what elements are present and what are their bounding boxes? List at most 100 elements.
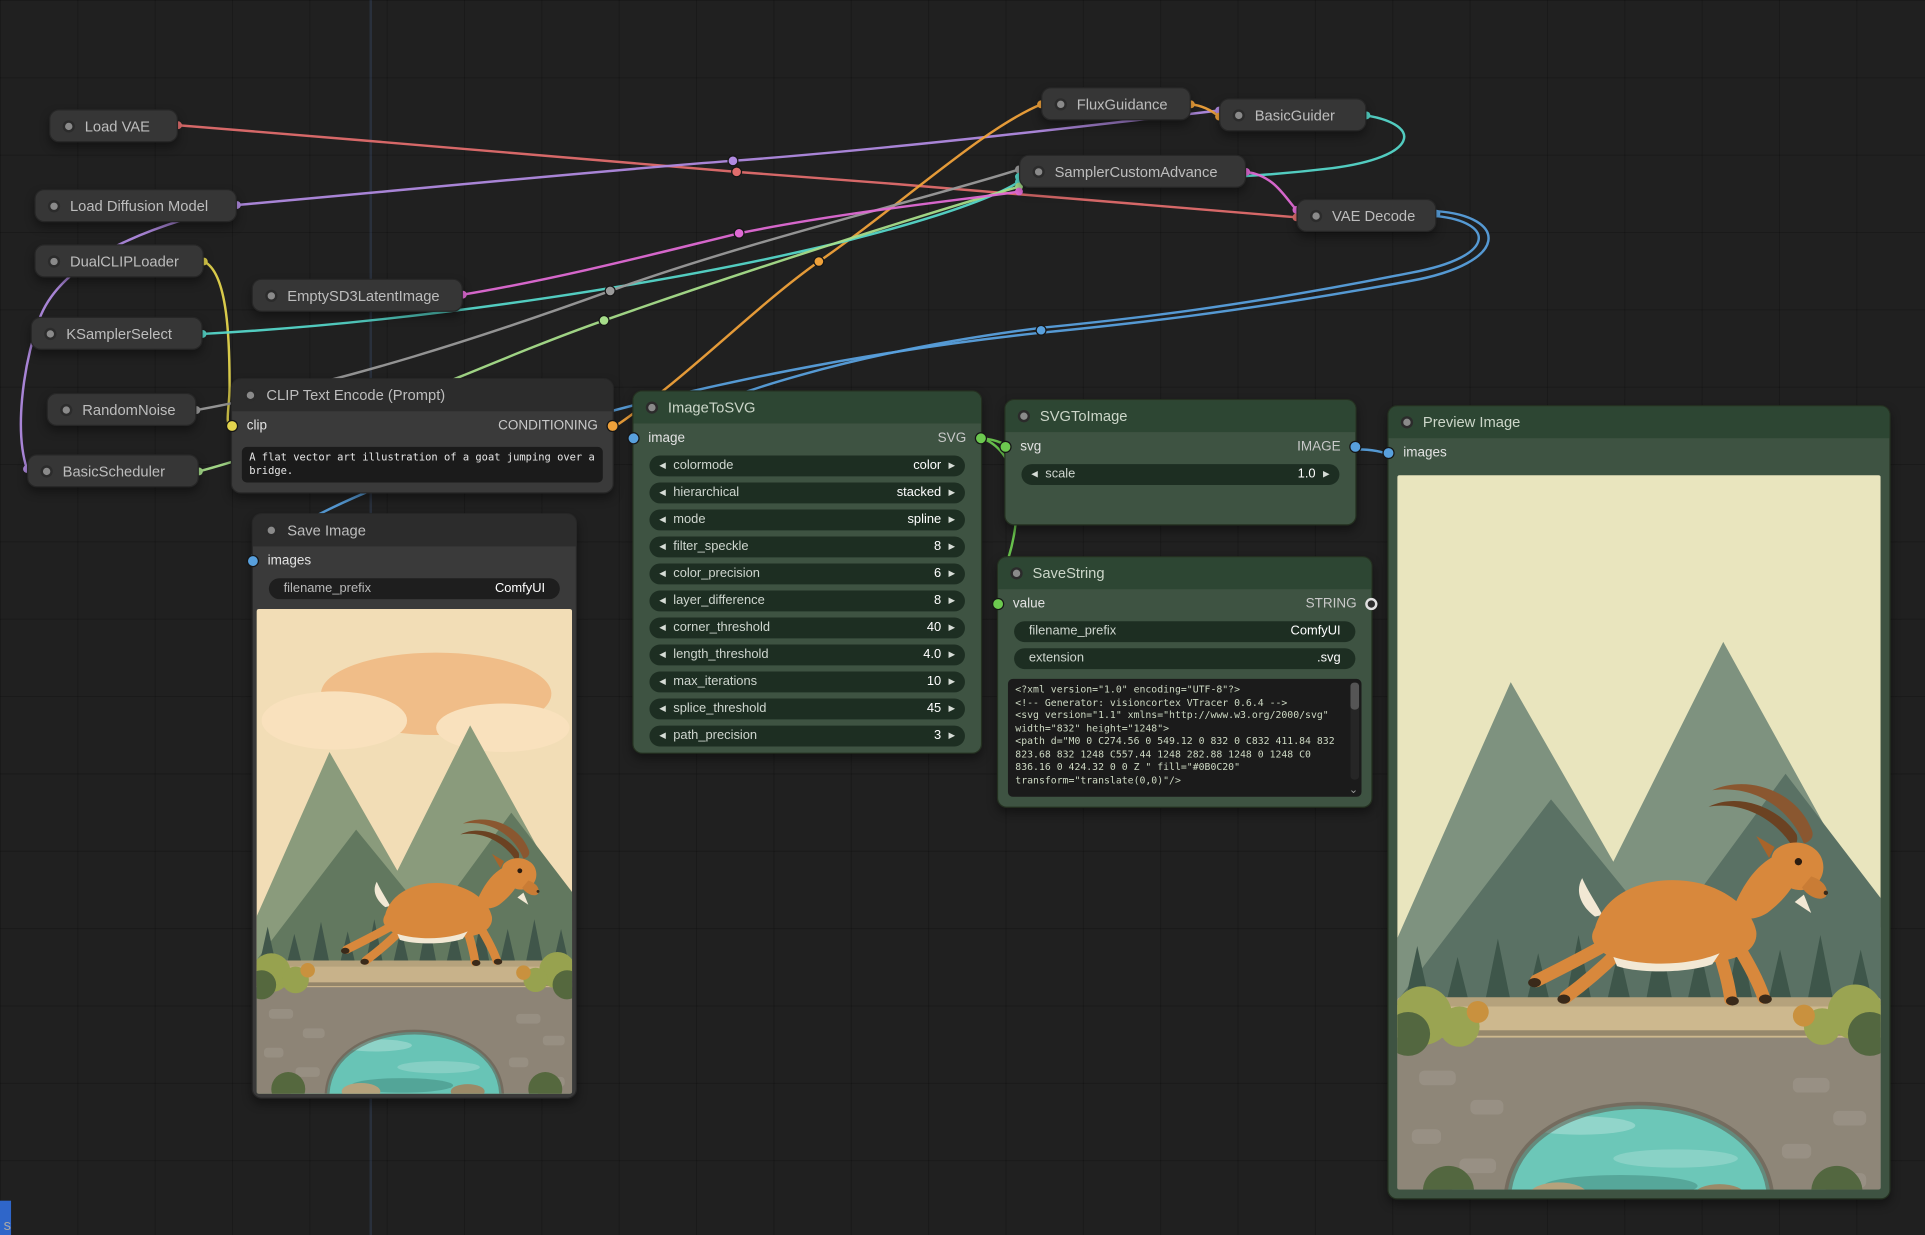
conditioning-output-port[interactable] — [606, 419, 618, 431]
left-arrow-icon[interactable]: ◀ — [659, 731, 666, 740]
right-arrow-icon[interactable]: ▶ — [949, 569, 956, 578]
preview-image-output[interactable] — [1397, 475, 1881, 1190]
node-preview-image[interactable]: Preview Image images — [1387, 405, 1890, 1199]
svg-input-port[interactable] — [999, 440, 1011, 452]
collapse-dot-icon[interactable] — [1032, 165, 1044, 177]
collapse-dot-icon[interactable] — [265, 289, 277, 301]
right-arrow-icon[interactable]: ▶ — [949, 488, 956, 497]
node-load-diffusion-model[interactable]: Load Diffusion Model — [34, 189, 237, 222]
right-arrow-icon[interactable]: ▶ — [949, 461, 956, 470]
scrollbar-thumb[interactable] — [1350, 683, 1359, 710]
right-arrow-icon[interactable]: ▶ — [1323, 470, 1330, 479]
left-arrow-icon[interactable]: ◀ — [1031, 470, 1038, 479]
widget-color-precision[interactable]: ◀ color_precision 6 ▶ — [649, 563, 965, 584]
image-output-port[interactable] — [1349, 440, 1361, 452]
collapse-dot-icon[interactable] — [1018, 410, 1030, 422]
graph-canvas[interactable]: Load VAE Load Diffusion Model DualCLIPLo… — [0, 0, 1925, 1235]
node-header[interactable]: ImageToSVG — [633, 392, 980, 424]
string-output-port[interactable] — [1365, 597, 1377, 609]
widget-extension[interactable]: extension .svg — [1014, 648, 1355, 669]
left-arrow-icon[interactable]: ◀ — [659, 677, 666, 686]
collapse-dot-icon[interactable] — [1233, 109, 1245, 121]
node-empty-sd3-latent-image[interactable]: EmptySD3LatentImage — [252, 279, 463, 312]
svg-output-port[interactable] — [975, 432, 987, 444]
reroute-dot[interactable] — [732, 167, 742, 177]
node-basic-guider[interactable]: BasicGuider — [1219, 98, 1366, 131]
collapse-dot-icon[interactable] — [646, 401, 658, 413]
images-input-port[interactable] — [247, 554, 259, 566]
collapse-dot-icon[interactable] — [265, 524, 277, 536]
node-save-string[interactable]: SaveString value STRING filename_prefix … — [997, 556, 1373, 808]
collapse-dot-icon[interactable] — [1010, 567, 1022, 579]
widget-corner-threshold[interactable]: ◀ corner_threshold 40 ▶ — [649, 617, 965, 638]
left-arrow-icon[interactable]: ◀ — [659, 542, 666, 551]
collapse-dot-icon[interactable] — [244, 389, 256, 401]
widget-filename-prefix[interactable]: filename_prefix ComfyUI — [269, 578, 560, 599]
widget-path-precision[interactable]: ◀ path_precision 3 ▶ — [649, 725, 965, 746]
collapse-dot-icon[interactable] — [1310, 209, 1322, 221]
widget-mode[interactable]: ◀ mode spline ▶ — [649, 509, 965, 530]
node-dual-clip-loader[interactable]: DualCLIPLoader — [34, 244, 203, 277]
left-arrow-icon[interactable]: ◀ — [659, 596, 666, 605]
right-arrow-icon[interactable]: ▶ — [949, 542, 956, 551]
widget-layer-difference[interactable]: ◀ layer_difference 8 ▶ — [649, 590, 965, 611]
right-arrow-icon[interactable]: ▶ — [949, 623, 956, 632]
left-arrow-icon[interactable]: ◀ — [659, 623, 666, 632]
prompt-textarea[interactable]: A flat vector art illustration of a goat… — [242, 447, 603, 483]
node-sampler-custom-advance[interactable]: SamplerCustomAdvance — [1019, 155, 1246, 188]
widget-max-iterations[interactable]: ◀ max_iterations 10 ▶ — [649, 671, 965, 692]
left-arrow-icon[interactable]: ◀ — [659, 650, 666, 659]
sampler-latent-input-port[interactable] — [1015, 188, 1023, 196]
string-preview-box[interactable]: <?xml version="1.0" encoding="UTF-8"?> <… — [1008, 679, 1362, 797]
left-arrow-icon[interactable]: ◀ — [659, 488, 666, 497]
image-input-port[interactable] — [627, 432, 639, 444]
scroll-down-icon[interactable]: ⌄ — [1348, 785, 1359, 796]
reroute-dot[interactable] — [728, 156, 738, 166]
widget-hierarchical[interactable]: ◀ hierarchical stacked ▶ — [649, 482, 965, 503]
reroute-dot[interactable] — [599, 316, 609, 326]
right-arrow-icon[interactable]: ▶ — [949, 704, 956, 713]
images-input-port[interactable] — [1382, 446, 1394, 458]
collapse-dot-icon[interactable] — [44, 327, 56, 339]
right-arrow-icon[interactable]: ▶ — [949, 596, 956, 605]
widget-scale[interactable]: ◀ scale 1.0 ▶ — [1021, 463, 1339, 484]
right-arrow-icon[interactable]: ▶ — [949, 677, 956, 686]
reroute-dot[interactable] — [734, 228, 744, 238]
node-header[interactable]: SaveString — [998, 557, 1371, 589]
widget-filter-speckle[interactable]: ◀ filter_speckle 8 ▶ — [649, 536, 965, 557]
node-header[interactable]: Save Image — [253, 514, 576, 546]
collapse-dot-icon[interactable] — [63, 120, 75, 132]
right-arrow-icon[interactable]: ▶ — [949, 650, 956, 659]
node-random-noise[interactable]: RandomNoise — [47, 393, 197, 426]
collapse-dot-icon[interactable] — [48, 255, 60, 267]
right-arrow-icon[interactable]: ▶ — [949, 731, 956, 740]
node-load-vae[interactable]: Load VAE — [49, 109, 178, 142]
node-flux-guidance[interactable]: FluxGuidance — [1041, 87, 1191, 120]
node-header[interactable]: Preview Image — [1389, 406, 1890, 438]
saved-image-preview[interactable] — [257, 609, 573, 1094]
node-header[interactable]: CLIP Text Encode (Prompt) — [232, 379, 613, 411]
collapse-dot-icon[interactable] — [60, 403, 72, 415]
left-arrow-icon[interactable]: ◀ — [659, 704, 666, 713]
widget-colormode[interactable]: ◀ colormode color ▶ — [649, 455, 965, 476]
collapse-dot-icon[interactable] — [41, 465, 53, 477]
collapse-dot-icon[interactable] — [1401, 416, 1413, 428]
node-basic-scheduler[interactable]: BasicScheduler — [27, 454, 199, 487]
scrollbar[interactable] — [1350, 683, 1359, 780]
node-svg-to-image[interactable]: SVGToImage svg IMAGE ◀ scale 1.0 ▶ — [1004, 399, 1356, 525]
node-vae-decode[interactable]: VAE Decode — [1296, 199, 1436, 232]
value-input-port[interactable] — [992, 597, 1004, 609]
reroute-dot[interactable] — [605, 286, 615, 296]
node-clip-text-encode[interactable]: CLIP Text Encode (Prompt) clip CONDITION… — [231, 378, 614, 493]
right-arrow-icon[interactable]: ▶ — [949, 515, 956, 524]
node-ksampler-select[interactable]: KSamplerSelect — [31, 317, 203, 350]
node-save-image[interactable]: Save Image images filename_prefix ComfyU… — [252, 513, 577, 1099]
widget-filename-prefix[interactable]: filename_prefix ComfyUI — [1014, 621, 1355, 642]
clip-input-port[interactable] — [226, 419, 238, 431]
left-arrow-icon[interactable]: ◀ — [659, 515, 666, 524]
collapse-dot-icon[interactable] — [1055, 98, 1067, 110]
reroute-dot[interactable] — [814, 257, 824, 267]
collapse-dot-icon[interactable] — [48, 200, 60, 212]
widget-length-threshold[interactable]: ◀ length_threshold 4.0 ▶ — [649, 644, 965, 665]
widget-splice-threshold[interactable]: ◀ splice_threshold 45 ▶ — [649, 698, 965, 719]
